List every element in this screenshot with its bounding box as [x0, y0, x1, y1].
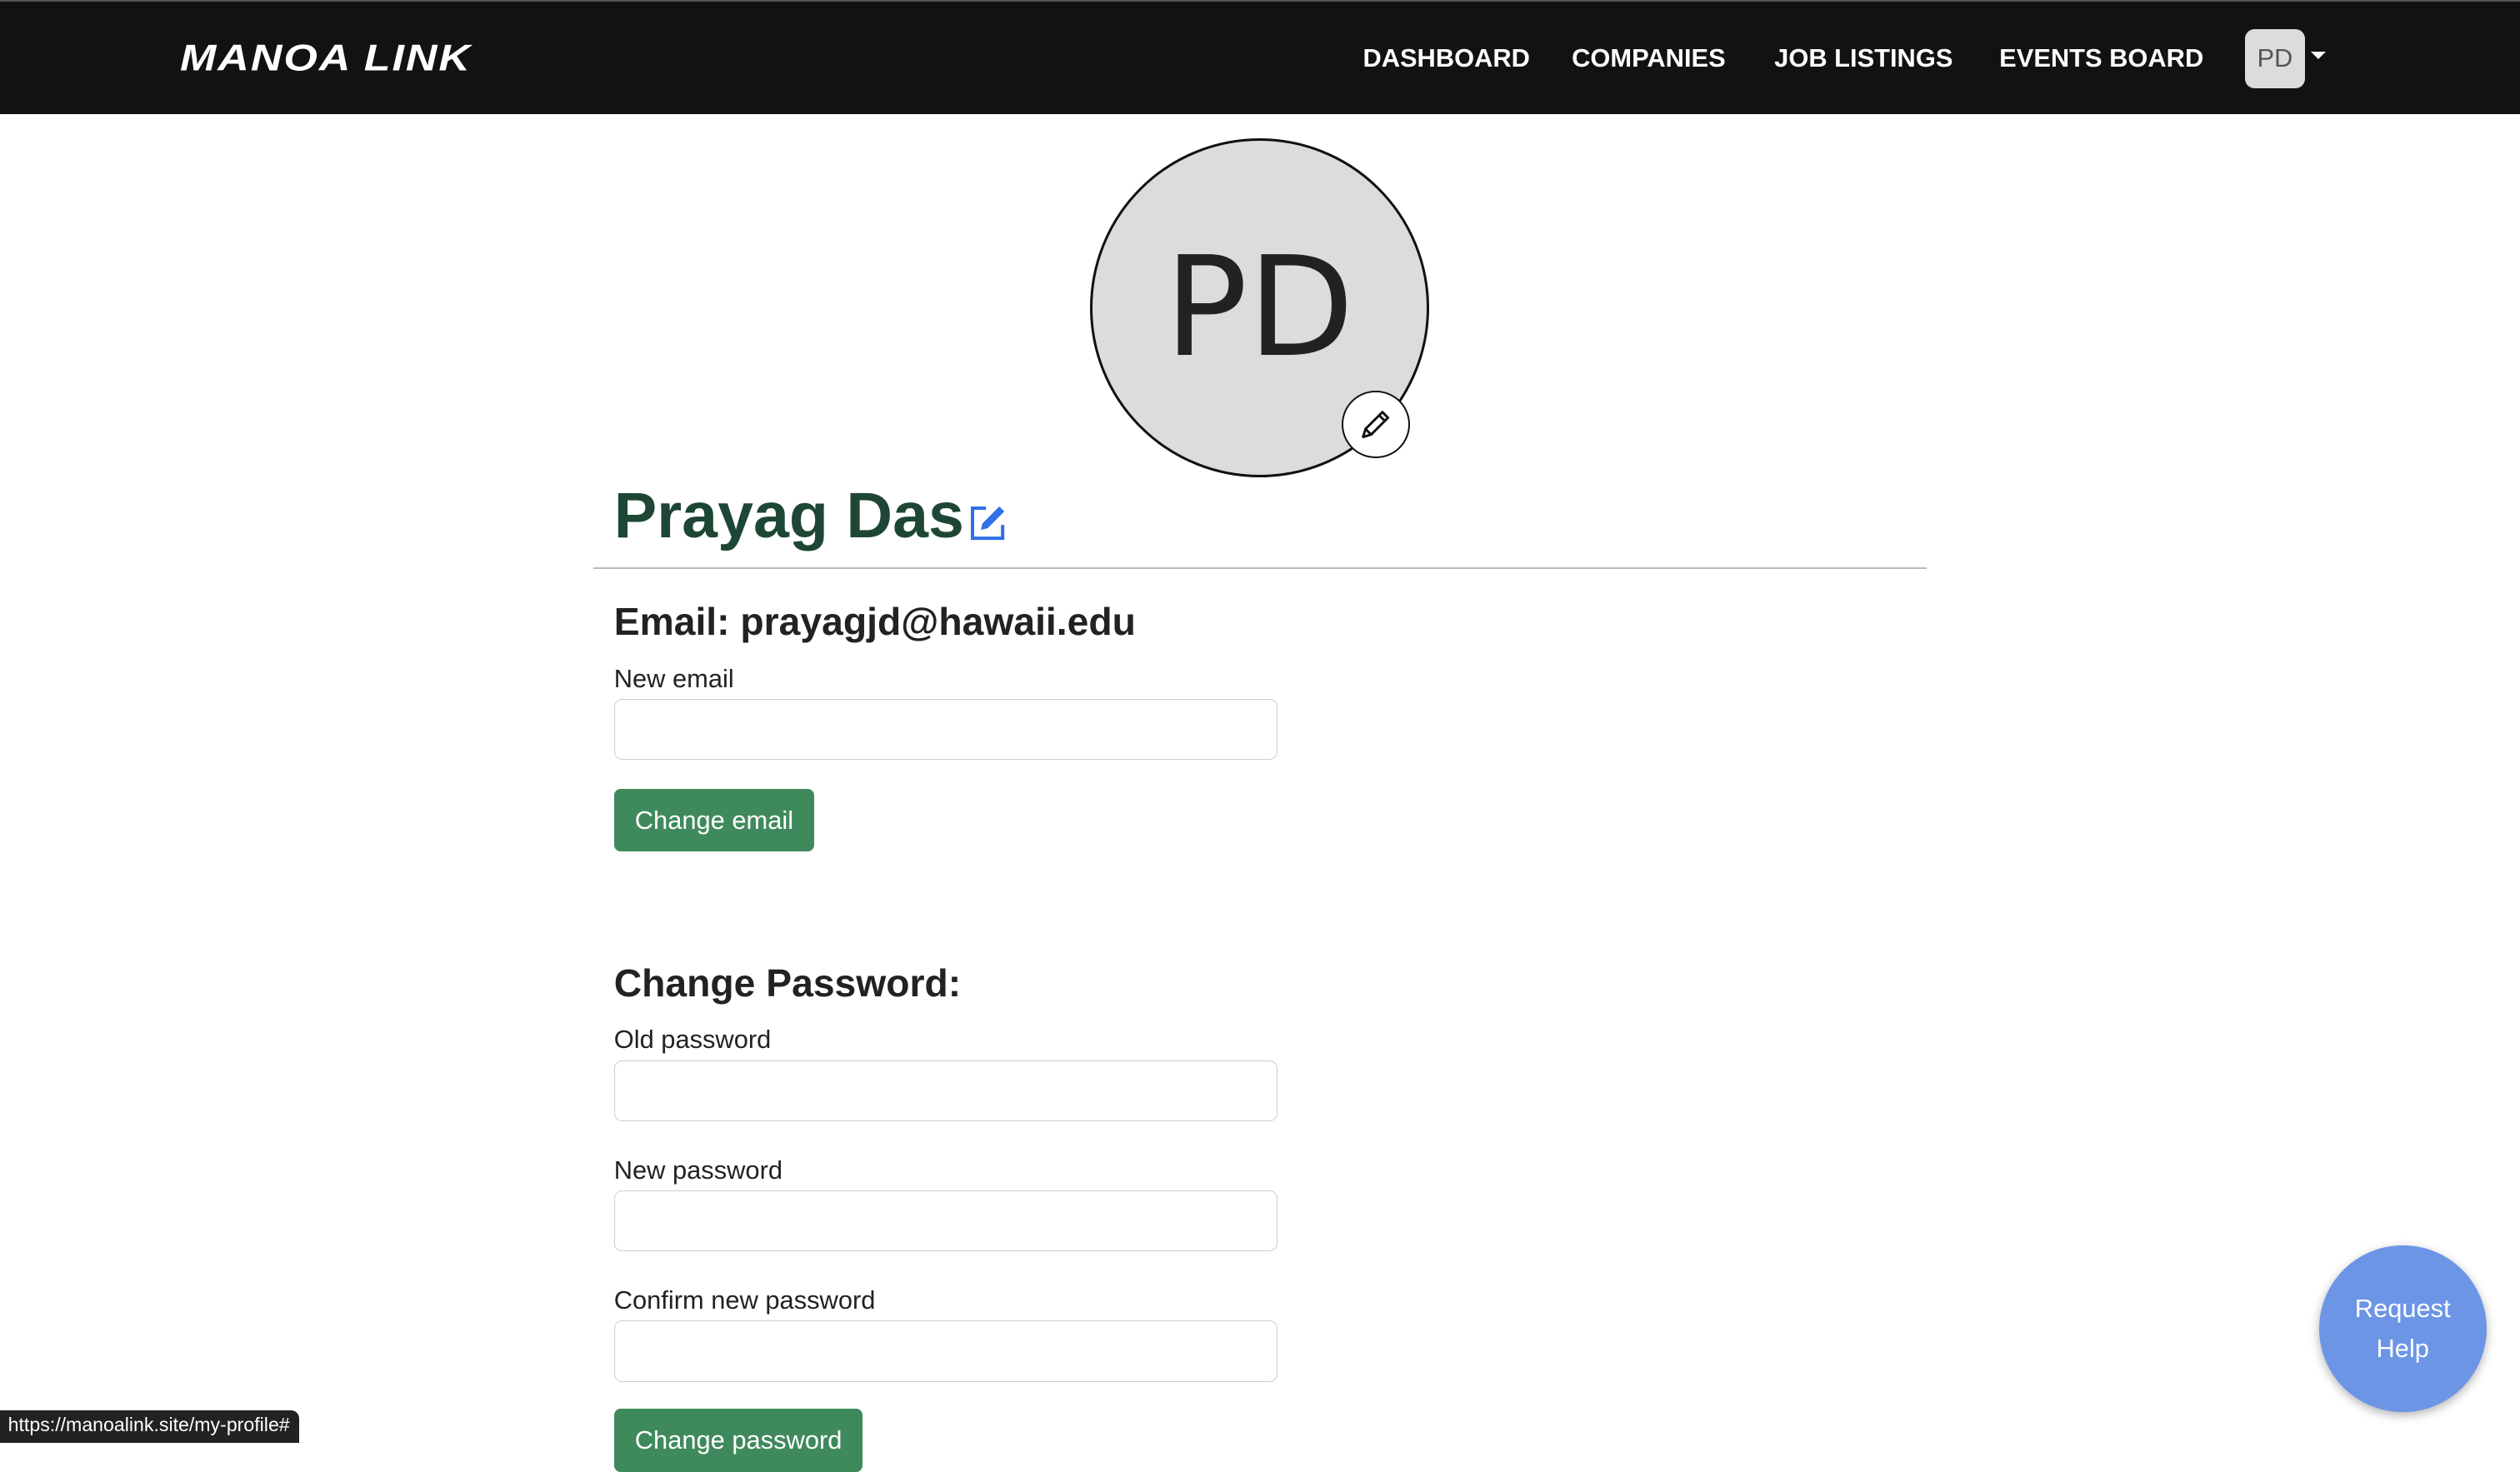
request-help-button[interactable]: Request Help: [2318, 1245, 2487, 1413]
confirm-password-label: Confirm new password: [613, 1285, 876, 1315]
navbar: MANOA LINK DASHBOARD COMPANIES JOB LISTI…: [0, 1, 2520, 114]
chevron-down-icon[interactable]: [2311, 51, 2327, 59]
nav-dashboard[interactable]: DASHBOARD: [1362, 43, 1529, 73]
status-bar-url: https://manoalink.site/my-profile#: [0, 1410, 300, 1443]
old-password-label: Old password: [613, 1025, 772, 1055]
nav-job-listings[interactable]: JOB LISTINGS: [1774, 43, 1952, 73]
old-password-input[interactable]: [613, 1060, 1278, 1122]
password-heading: Change Password:: [613, 961, 962, 1005]
new-email-input[interactable]: [613, 698, 1278, 761]
new-password-label: New password: [613, 1155, 782, 1185]
divider: [592, 566, 1928, 569]
new-password-input[interactable]: [613, 1190, 1278, 1252]
change-password-button[interactable]: Change password: [613, 1409, 863, 1472]
request-help-label: Request Help: [2354, 1293, 2451, 1363]
nav-events-board[interactable]: EVENTS BOARD: [1999, 43, 2203, 73]
user-menu-avatar[interactable]: PD: [2245, 28, 2305, 89]
edit-name-icon[interactable]: [968, 503, 1008, 543]
confirm-password-input[interactable]: [613, 1320, 1278, 1382]
pencil-icon: [1362, 411, 1389, 439]
profile-name: Prayag Das: [613, 479, 964, 551]
new-email-label: New email: [613, 663, 734, 693]
edit-picture-button[interactable]: [1342, 390, 1410, 458]
nav-companies[interactable]: COMPANIES: [1572, 43, 1726, 73]
change-email-button[interactable]: Change email: [613, 788, 815, 852]
logo[interactable]: MANOA LINK: [180, 37, 472, 80]
email-heading: Email: prayagjd@hawaii.edu: [613, 600, 1136, 644]
